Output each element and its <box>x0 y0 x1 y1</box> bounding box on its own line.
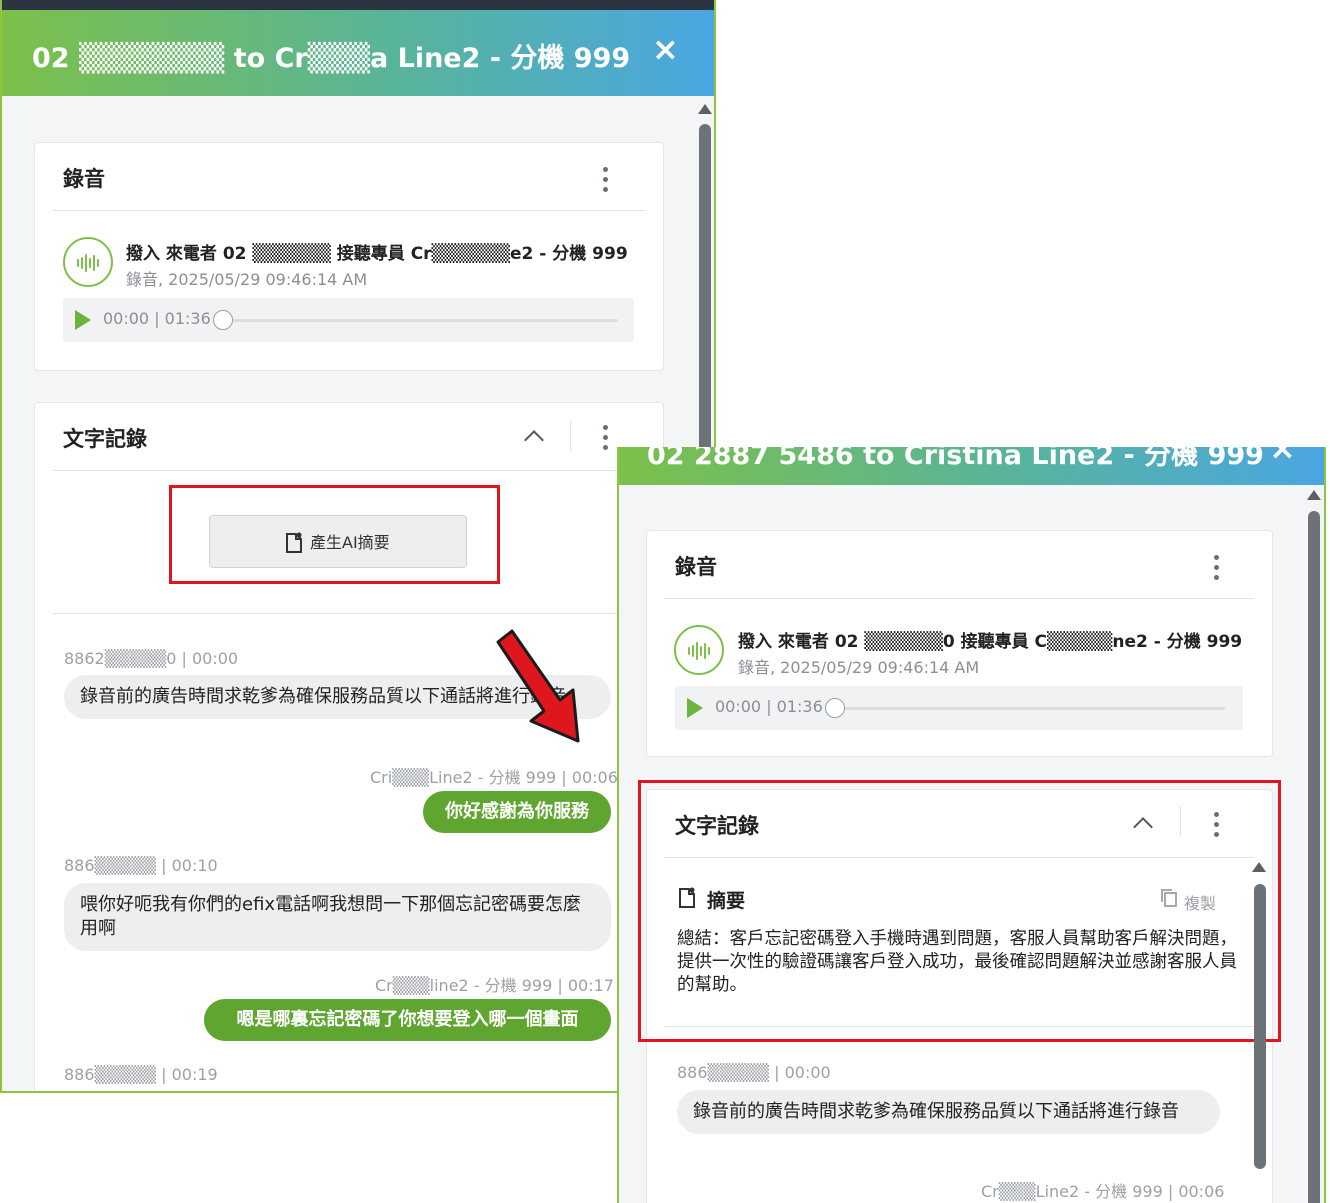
recording-timestamp: 錄音, 2025/05/29 09:46:14 AM <box>126 270 368 289</box>
recording-title: 錄音 <box>63 167 105 191</box>
recording-card: 錄音 撥入 來電者 02 ▒▒▒▒▒▒0 接聽專員 C▒▒▒▒▒ne2 - 分機… <box>646 530 1273 757</box>
divider <box>53 613 646 614</box>
highlight-ai-button <box>169 485 500 584</box>
player-time: 00:00 | 01:36 <box>103 309 211 328</box>
scrollbar-thumb[interactable] <box>1308 511 1320 1203</box>
message-speaker: 8862▒▒▒▒▒0 | 00:00 <box>64 649 239 668</box>
panel-title: 02 2887 5486 to Cristina Line2 - 分機 999 <box>647 447 1264 471</box>
close-icon[interactable]: × <box>652 30 679 68</box>
recording-timestamp: 錄音, 2025/05/29 09:46:14 AM <box>738 658 980 677</box>
scroll-up-arrow[interactable] <box>1252 862 1266 872</box>
audio-player: 00:00 | 01:36 <box>63 298 634 342</box>
message-bubble-incoming: 喂你好呃我有你們的efix電話啊我想問一下那個忘記密碼要怎麼用啊 <box>64 883 611 951</box>
message-bubble-outgoing: 嗯是哪裏忘記密碼了你想要登入哪一個畫面 <box>204 999 611 1041</box>
window-top-strip <box>2 0 714 10</box>
scrollbar-thumb[interactable] <box>1254 884 1266 1169</box>
transcript-title: 文字記錄 <box>63 427 147 451</box>
play-icon[interactable] <box>687 698 703 718</box>
play-icon[interactable] <box>75 310 91 330</box>
panel-title: 02 ▒▒▒▒▒▒▒ to Cr▒▒▒a Line2 - 分機 999 <box>32 43 631 74</box>
divider <box>53 210 646 211</box>
divider <box>664 598 1254 599</box>
panel-header: 02 ▒▒▒▒▒▒▒ to Cr▒▒▒a Line2 - 分機 999 × <box>2 10 714 96</box>
message-speaker: 886▒▒▒▒▒ | 00:00 <box>677 1063 831 1082</box>
audio-wave-icon <box>63 237 113 287</box>
chevron-up-icon[interactable] <box>524 430 544 450</box>
divider <box>570 421 571 451</box>
recording-description: 撥入 來電者 02 ▒▒▒▒▒▒0 接聽專員 C▒▒▒▒▒ne2 - 分機 99… <box>738 632 1243 652</box>
red-arrow <box>496 629 580 743</box>
message-speaker: 886▒▒▒▒▒ | 00:10 <box>64 856 218 875</box>
call-detail-panel-back: 02 ▒▒▒▒▒▒▒ to Cr▒▒▒a Line2 - 分機 999 × 錄音… <box>0 0 716 1093</box>
scroll-up-arrow[interactable] <box>698 104 712 114</box>
message-bubble-incoming: 錄音前的廣告時間求乾爹為確保服務品質以下通話將進行錄音 <box>677 1090 1220 1134</box>
audio-wave-icon <box>674 625 724 675</box>
audio-player: 00:00 | 01:36 <box>675 686 1243 730</box>
highlight-summary <box>638 780 1281 1042</box>
kebab-menu-icon[interactable] <box>1214 555 1220 581</box>
player-time: 00:00 | 01:36 <box>715 697 823 716</box>
close-icon[interactable]: × <box>1269 447 1296 467</box>
message-speaker: 886▒▒▒▒▒ | 00:19 <box>64 1065 218 1084</box>
message-speaker: Cr▒▒▒Line2 - 分機 999 | 00:06 <box>981 1182 1225 1201</box>
audio-progress-knob[interactable] <box>825 698 845 718</box>
message-speaker: Cr▒▒▒line2 - 分機 999 | 00:17 <box>375 976 614 995</box>
audio-progress-track[interactable] <box>830 707 1225 710</box>
scrollbar-thumb[interactable] <box>699 124 711 454</box>
kebab-menu-icon[interactable] <box>603 425 609 451</box>
message-bubble-outgoing: 你好感謝為你服務 <box>423 791 611 833</box>
scroll-up-arrow[interactable] <box>1307 490 1321 500</box>
recording-card: 錄音 撥入 來電者 02 ▒▒▒▒▒▒ 接聽專員 Cr▒▒▒▒▒▒e2 - 分機… <box>34 142 664 371</box>
kebab-menu-icon[interactable] <box>603 167 609 193</box>
message-speaker: Cri▒▒▒Line2 - 分機 999 | 00:06 <box>370 768 618 787</box>
screenshot-stage: 02 ▒▒▒▒▒▒▒ to Cr▒▒▒a Line2 - 分機 999 × 錄音… <box>0 0 1330 1203</box>
audio-progress-track[interactable] <box>218 319 618 322</box>
audio-progress-knob[interactable] <box>213 310 233 330</box>
panel-header: 02 2887 5486 to Cristina Line2 - 分機 999 … <box>619 447 1324 485</box>
call-detail-panel-front: 02 2887 5486 to Cristina Line2 - 分機 999 … <box>617 447 1326 1203</box>
recording-title: 錄音 <box>675 555 717 579</box>
recording-description: 撥入 來電者 02 ▒▒▒▒▒▒ 接聽專員 Cr▒▒▒▒▒▒e2 - 分機 99… <box>126 244 628 264</box>
divider <box>53 470 646 471</box>
